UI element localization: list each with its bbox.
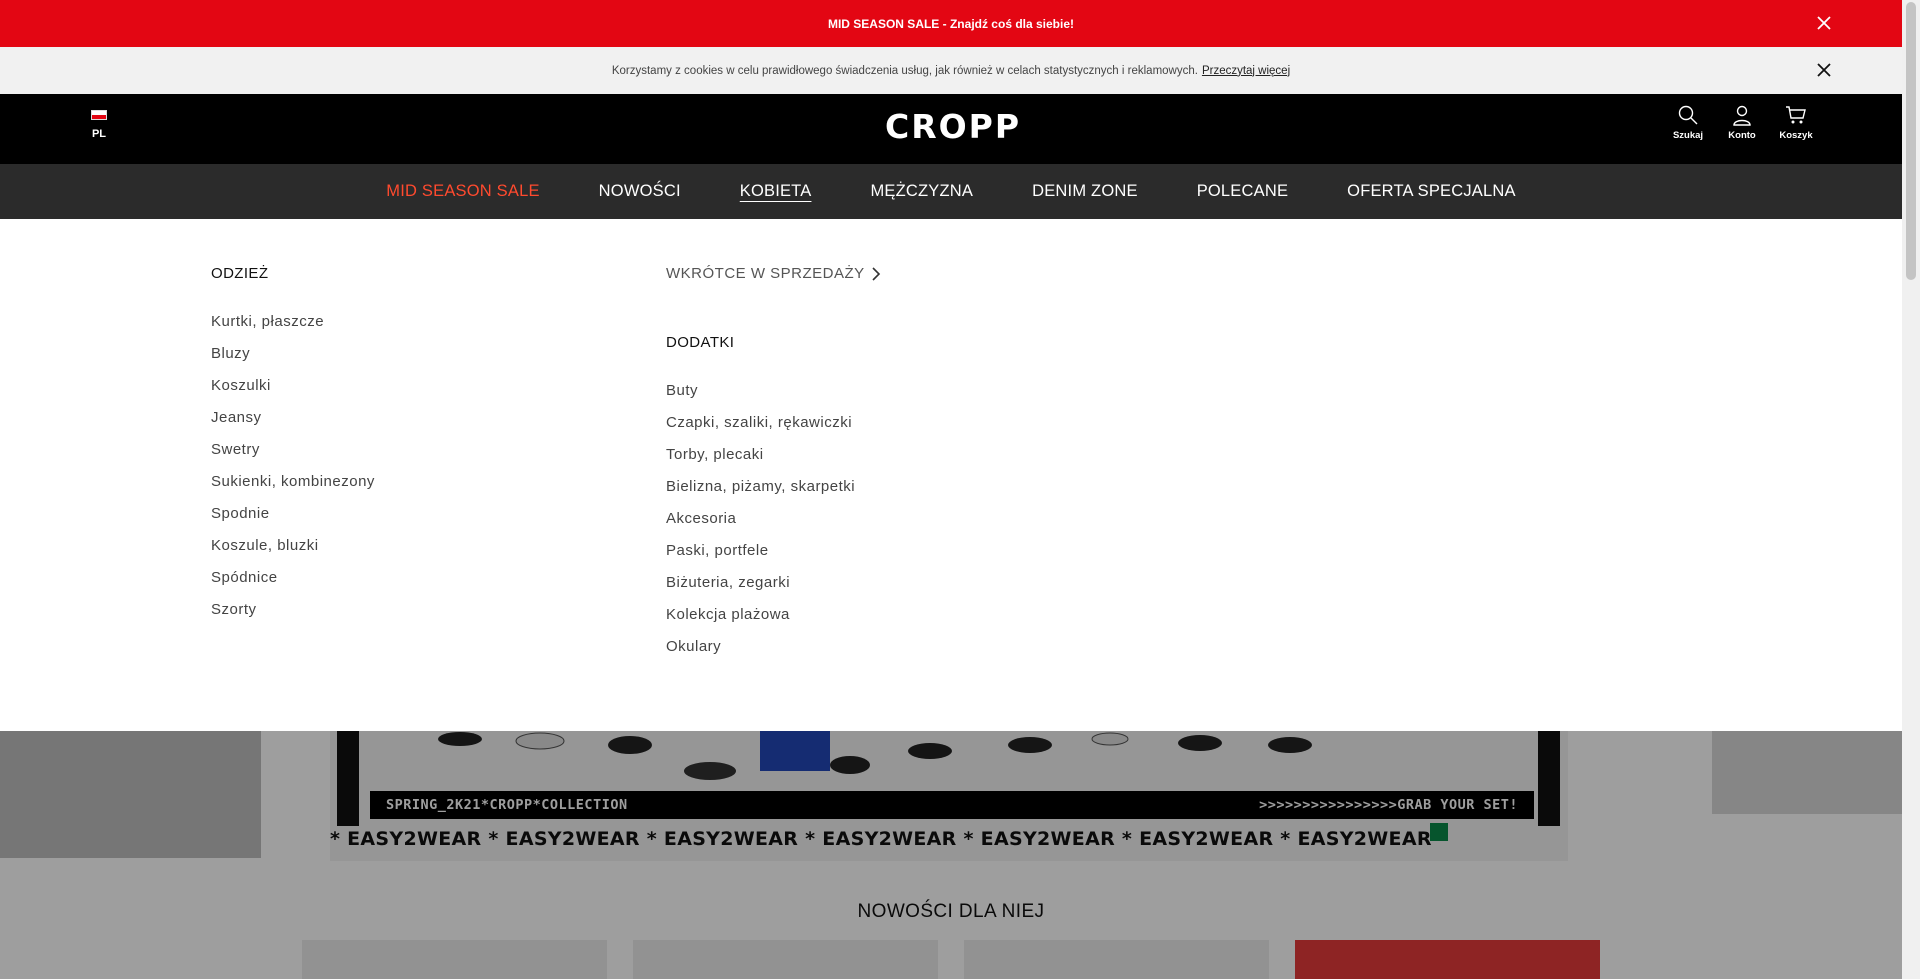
search-button[interactable]: Szukaj <box>1670 104 1706 141</box>
menu-item[interactable]: Swetry <box>211 440 375 472</box>
mega-menu: ODZIEŻ Kurtki, płaszcze Bluzy Koszulki J… <box>0 219 1902 731</box>
main-nav: MID SEASON SALE NOWOŚCI KOBIETA MĘŻCZYZN… <box>0 164 1902 219</box>
logo[interactable]: CROPP <box>885 108 1019 146</box>
nav-item-denim-zone[interactable]: DENIM ZONE <box>1032 182 1138 201</box>
menu-item[interactable]: Buty <box>666 381 881 413</box>
language-label: PL <box>91 128 107 140</box>
menu-item[interactable]: Jeansy <box>211 408 375 440</box>
coming-soon-label: WKRÓTCE W SPRZEDAŻY <box>666 265 865 282</box>
nav-item-polecane[interactable]: POLECANE <box>1197 182 1288 201</box>
menu-item[interactable]: Szorty <box>211 600 375 632</box>
menu-item[interactable]: Sukienki, kombinezony <box>211 472 375 504</box>
search-label: Szukaj <box>1672 130 1704 141</box>
menu-item[interactable]: Czapki, szaliki, rękawiczki <box>666 413 881 445</box>
menu-heading-dodatki[interactable]: DODATKI <box>666 334 881 351</box>
cart-icon <box>1786 106 1806 124</box>
menu-item[interactable]: Kolekcja plażowa <box>666 605 881 637</box>
cookie-read-more-link[interactable]: Przeczytaj więcej <box>1202 65 1290 77</box>
menu-item[interactable]: Paski, portfele <box>666 541 881 573</box>
chevron-right-icon <box>872 266 880 281</box>
menu-overlay[interactable] <box>0 731 1902 979</box>
scrollbar-thumb[interactable] <box>1906 2 1916 280</box>
account-label: Konto <box>1728 130 1756 141</box>
menu-item[interactable]: Koszule, bluzki <box>211 536 375 568</box>
coming-soon-link[interactable]: WKRÓTCE W SPRZEDAŻY <box>666 265 881 282</box>
menu-item[interactable]: Spodnie <box>211 504 375 536</box>
nav-item-nowosci[interactable]: NOWOŚCI <box>599 182 681 201</box>
cart-button[interactable]: Koszyk <box>1778 104 1814 141</box>
menu-item[interactable]: Torby, plecaki <box>666 445 881 477</box>
user-icon <box>1733 105 1751 126</box>
page-scrollbar[interactable] <box>1902 0 1920 979</box>
menu-column-dodatki: WKRÓTCE W SPRZEDAŻY DODATKI Buty Czapki,… <box>666 265 881 669</box>
menu-item[interactable]: Okulary <box>666 637 881 669</box>
account-button[interactable]: Konto <box>1724 104 1760 141</box>
menu-heading-odziez[interactable]: ODZIEŻ <box>211 265 375 282</box>
menu-item[interactable]: Bluzy <box>211 344 375 376</box>
promo-bar[interactable]: MID SEASON SALE - Znajdź coś dla siebie! <box>0 0 1902 47</box>
close-icon[interactable] <box>1814 13 1834 33</box>
page-content-dimmed: SPRING_2K21*CROPP*COLLECTION >>>>>>>>>>>… <box>0 731 1902 979</box>
nav-item-mezczyzna[interactable]: MĘŻCZYZNA <box>870 182 973 201</box>
language-selector[interactable]: PL <box>88 110 110 142</box>
header-icons: Szukaj Konto Koszyk <box>1670 104 1814 141</box>
close-icon[interactable] <box>1814 60 1834 80</box>
nav-item-mid-season-sale[interactable]: MID SEASON SALE <box>386 182 539 201</box>
menu-item[interactable]: Bielizna, piżamy, skarpetki <box>666 477 881 509</box>
menu-column-odziez: ODZIEŻ Kurtki, płaszcze Bluzy Koszulki J… <box>211 265 375 632</box>
menu-item[interactable]: Biżuteria, zegarki <box>666 573 881 605</box>
menu-item[interactable]: Akcesoria <box>666 509 881 541</box>
cookie-text: Korzystamy z cookies w celu prawidłowego… <box>611 64 1198 77</box>
nav-item-oferta-specjalna[interactable]: OFERTA SPECJALNA <box>1347 182 1516 201</box>
flag-pl-icon <box>91 110 107 120</box>
menu-item[interactable]: Spódnice <box>211 568 375 600</box>
nav-item-kobieta[interactable]: KOBIETA <box>740 182 812 201</box>
cart-label: Koszyk <box>1779 130 1813 141</box>
menu-item[interactable]: Koszulki <box>211 376 375 408</box>
menu-item[interactable]: Kurtki, płaszcze <box>211 312 375 344</box>
promo-text[interactable]: MID SEASON SALE - Znajdź coś dla siebie! <box>828 17 1074 31</box>
cookie-bar: Korzystamy z cookies w celu prawidłowego… <box>0 47 1902 94</box>
site-header: PL CROPP Szukaj Konto Koszyk <box>0 94 1902 164</box>
search-icon <box>1678 105 1698 125</box>
